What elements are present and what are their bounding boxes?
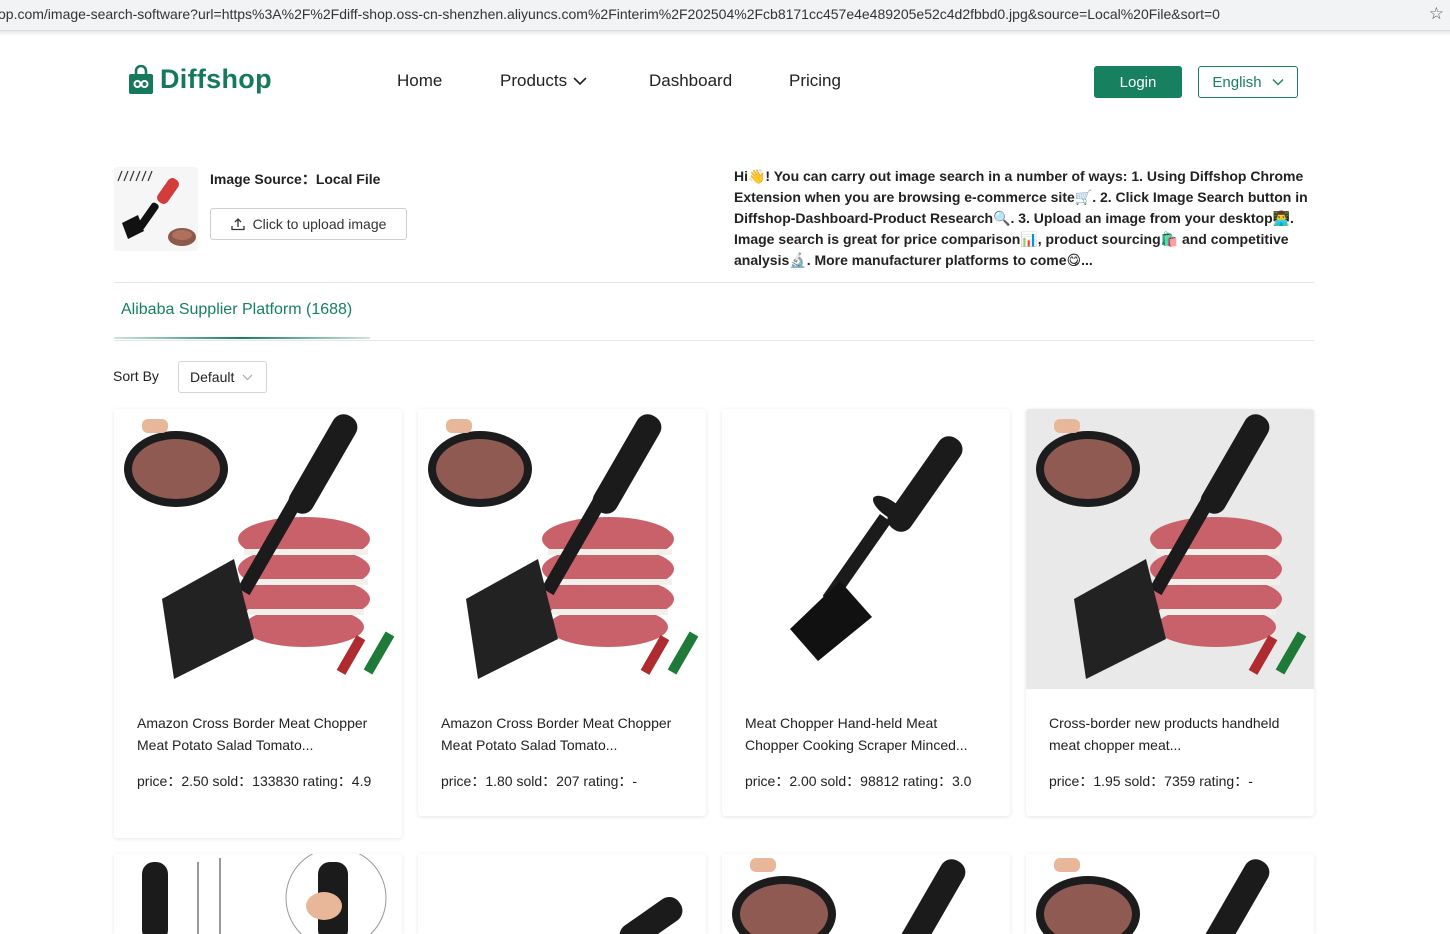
tab-alibaba-1688[interactable]: Alibaba Supplier Platform (1688) [121, 301, 352, 319]
sort-by-label: Sort By [113, 368, 159, 384]
chevron-down-icon [573, 77, 587, 86]
nav-products[interactable]: Products [500, 71, 587, 91]
product-card[interactable] [722, 854, 1010, 934]
product-card[interactable] [1026, 854, 1314, 934]
upload-image-button[interactable]: Click to upload image [210, 208, 407, 240]
tabs-divider [114, 340, 1314, 341]
product-title[interactable]: Cross-border new products handheld meat … [1049, 712, 1294, 756]
language-label: English [1212, 73, 1262, 91]
logo[interactable]: Diffshop [128, 64, 272, 95]
shopping-bag-icon [128, 64, 154, 95]
product-title[interactable]: Amazon Cross Border Meat Chopper Meat Po… [441, 712, 686, 756]
source-image-thumbnail [114, 167, 198, 251]
product-title[interactable]: Amazon Cross Border Meat Chopper Meat Po… [137, 712, 382, 756]
active-tab-indicator [114, 337, 370, 339]
product-card[interactable]: Meat Chopper Hand-held Meat Chopper Cook… [722, 409, 1010, 816]
product-card[interactable]: Amazon Cross Border Meat Chopper Meat Po… [418, 409, 706, 816]
product-image[interactable] [418, 409, 706, 689]
product-title[interactable]: Meat Chopper Hand-held Meat Chopper Cook… [745, 712, 990, 756]
nav-dashboard[interactable]: Dashboard [649, 71, 732, 91]
product-card[interactable]: Amazon Cross Border Meat Chopper Meat Po… [114, 409, 402, 838]
product-image[interactable] [114, 854, 402, 934]
sort-select[interactable]: Default [178, 361, 267, 393]
star-icon[interactable]: ☆ [1429, 0, 1444, 28]
url-text[interactable]: op.com/image-search-software?url=https%3… [0, 0, 1220, 28]
login-button[interactable]: Login [1094, 66, 1182, 98]
product-image[interactable] [114, 409, 402, 689]
image-search-help-text: Hi👋! You can carry out image search in a… [734, 168, 1308, 268]
product-stats: price：1.80 sold：207 rating：- [441, 773, 638, 789]
nav-home[interactable]: Home [397, 71, 442, 91]
product-card[interactable] [418, 854, 706, 934]
image-source-label: Image Source：Local File [210, 171, 381, 187]
product-image[interactable] [722, 409, 1010, 689]
browser-url-bar[interactable]: op.com/image-search-software?url=https%3… [0, 0, 1450, 31]
divider [114, 282, 1314, 283]
url-bar-shadow [0, 31, 1450, 36]
nav-products-label: Products [500, 71, 568, 90]
chevron-down-icon [242, 374, 253, 380]
nav-pricing[interactable]: Pricing [789, 71, 841, 91]
language-select[interactable]: English [1198, 66, 1298, 98]
product-stats: price：2.50 sold：133830 rating：4.9 [137, 773, 372, 789]
product-stats: price：1.95 sold：7359 rating：- [1049, 773, 1253, 789]
product-card[interactable]: Cross-border new products handheld meat … [1026, 409, 1314, 816]
product-image[interactable] [1026, 854, 1314, 934]
product-image[interactable] [722, 854, 1010, 934]
upload-icon [230, 218, 245, 231]
upload-label: Click to upload image [252, 216, 387, 232]
product-card[interactable] [114, 854, 402, 934]
product-image[interactable] [418, 854, 706, 934]
chevron-down-icon [1272, 79, 1284, 86]
logo-text: Diffshop [160, 64, 272, 94]
sort-value: Default [190, 369, 235, 385]
product-stats: price：2.00 sold：98812 rating：3.0 [745, 773, 972, 789]
product-image[interactable] [1026, 409, 1314, 689]
